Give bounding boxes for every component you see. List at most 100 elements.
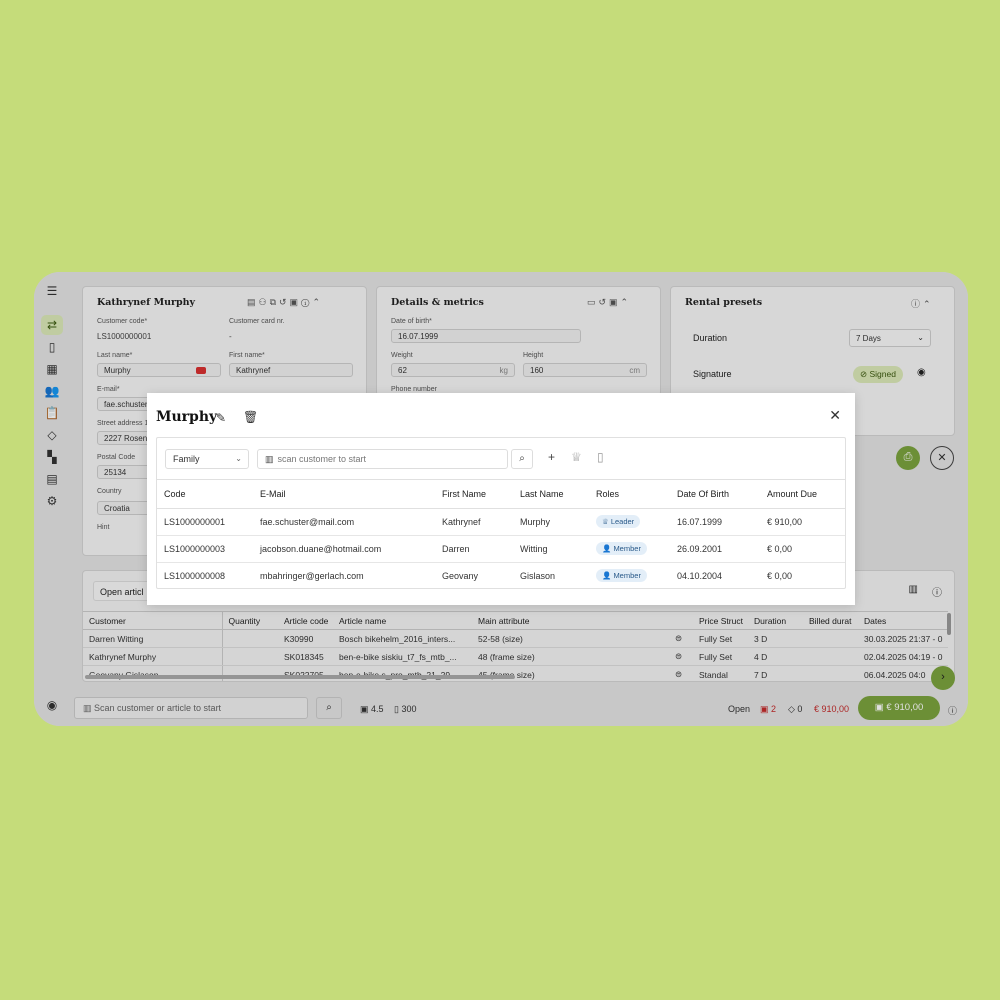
users-icon[interactable]: 👥	[44, 383, 60, 399]
search-button[interactable]: ⌕	[511, 449, 533, 469]
rental-card-actions[interactable]: ⓘ⌃	[911, 297, 934, 310]
col-duration[interactable]: Duration	[748, 611, 803, 630]
group-select[interactable]: Family ⌄	[165, 449, 249, 469]
chevron-down-icon: ⌄	[917, 333, 924, 342]
dob-label: Date of birth*	[391, 318, 432, 325]
cell-code: LS1000000001	[157, 508, 253, 536]
col-first-name[interactable]: First Name	[435, 480, 513, 509]
print-button[interactable]: ⎙	[896, 446, 920, 470]
modal-search-input[interactable]: ▥ scan customer to start	[257, 449, 508, 469]
members-header-row: Code E-Mail First Name Last Name Roles D…	[157, 480, 845, 509]
duration-label: Duration	[693, 333, 728, 343]
first-name-field[interactable]: Kathrynef	[229, 363, 353, 377]
book-icon[interactable]: ▯	[44, 339, 60, 355]
height-field[interactable]: 160 cm	[523, 363, 647, 377]
col-customer[interactable]: Customer	[83, 611, 223, 630]
cell-quantity	[222, 629, 278, 648]
col-dob[interactable]: Date Of Birth	[670, 480, 760, 509]
table-row[interactable]: Darren Witting K30990 Bosch bikehelm_201…	[83, 629, 948, 648]
articles-table: Customer Quantity Article code Article n…	[83, 611, 948, 681]
eye-icon[interactable]: ◉	[917, 367, 926, 378]
col-article-name[interactable]: Article name	[333, 611, 472, 630]
settings-icon[interactable]: ⚙	[44, 493, 60, 509]
weight-field[interactable]: 62 kg	[391, 363, 515, 377]
clipboard-icon[interactable]: 📋	[44, 405, 60, 421]
cell-last-name: Murphy	[513, 508, 589, 536]
cell-customer: Kathrynef Murphy	[83, 647, 223, 666]
col-code[interactable]: Code	[157, 480, 253, 509]
edit-icon[interactable]: ✎	[216, 411, 226, 425]
horizontal-scrollbar[interactable]	[85, 675, 515, 679]
dob-field[interactable]: 16.07.1999	[391, 329, 581, 343]
col-price-struct[interactable]: Price Struct	[693, 611, 748, 630]
trash-icon[interactable]: 🗑	[243, 410, 258, 424]
role-text: Member	[613, 544, 641, 553]
col-amount-due[interactable]: Amount Due	[760, 480, 845, 509]
vertical-scrollbar[interactable]	[947, 613, 951, 635]
calendar-icon[interactable]: ▦	[44, 361, 60, 377]
role-badge: 👤 Member	[596, 542, 647, 555]
footer-search-input[interactable]: ▥ Scan customer or article to start	[74, 697, 308, 719]
cell-article-name: ben-e-bike siskiu_t7_fs_mtb_...	[333, 647, 472, 666]
info-icon[interactable]: ⓘ	[932, 584, 942, 599]
footer-search-button[interactable]: ⌕	[316, 697, 342, 719]
cell-article-name: ben-e-bike s_pro_mtb_21_29	[333, 665, 472, 681]
table-row[interactable]: Kathrynef Murphy SK018345 ben-e-bike sis…	[83, 647, 948, 666]
customer-card-actions[interactable]: ▤⚇⧉↺▣ⓘ⌃	[247, 297, 323, 308]
col-quantity[interactable]: Quantity	[222, 611, 278, 630]
signature-label: Signature	[693, 369, 732, 379]
cell-email: mbahringer@gerlach.com	[260, 570, 364, 581]
cell-email: jacobson.duane@hotmail.com	[253, 535, 435, 563]
table-row[interactable]: LS1000000001 fae.schuster@mail.com Kathr…	[157, 508, 845, 536]
cell-price-struct: Fully Set	[693, 647, 748, 666]
columns-icon[interactable]: ▥	[909, 584, 918, 595]
col-status[interactable]	[611, 611, 693, 630]
table-row[interactable]: LS1000000008 mbahringer@gerlach.com Geov…	[157, 562, 845, 589]
table-row[interactable]: LS1000000003 jacobson.duane@hotmail.com …	[157, 535, 845, 563]
role-badge: 👤 Member	[596, 569, 647, 583]
cell-dates: 30.03.2025 21:37 - 0	[858, 629, 948, 648]
duration-select[interactable]: 7 Days ⌄	[849, 329, 931, 347]
table-row[interactable]: Geovany Gislason SK022705 ben-e-bike s_p…	[83, 665, 948, 681]
tag-icon[interactable]: ◇	[44, 427, 60, 443]
expand-panel-button[interactable]: ›	[931, 666, 955, 690]
footer-box-count: ▣ 2	[760, 704, 777, 714]
col-main-attribute[interactable]: Main attribute	[472, 611, 611, 630]
col-article-code[interactable]: Article code	[278, 611, 333, 630]
col-billed-duration[interactable]: Billed durat	[803, 611, 858, 630]
sidebar-item-rentals[interactable]: ⇄	[41, 315, 63, 335]
col-roles[interactable]: Roles	[589, 480, 670, 509]
weight-value: 62	[398, 366, 407, 375]
footer-info-icon[interactable]: ⓘ	[948, 704, 957, 717]
account-icon[interactable]: ◉	[44, 697, 60, 713]
col-email[interactable]: E-Mail	[253, 480, 435, 509]
menu-icon[interactable]: ☰	[44, 283, 60, 299]
more-icon[interactable]	[196, 367, 206, 374]
cell-email: fae.schuster@mail.com	[253, 508, 435, 536]
details-card-actions[interactable]: ▭↺▣⌃	[587, 297, 631, 308]
close-icon[interactable]: ✕	[829, 407, 841, 424]
cell-article-name: Bosch bikehelm_2016_inters...	[333, 629, 472, 648]
height-label: Height	[523, 352, 544, 359]
email-label: E-mail*	[97, 386, 120, 393]
cell-last-name: Gislason	[520, 570, 556, 581]
delete-icon[interactable]: ▯	[597, 450, 604, 464]
col-dates[interactable]: Dates	[858, 611, 948, 630]
hint-label: Hint	[97, 524, 110, 531]
chart-icon[interactable]: ▤	[44, 471, 60, 487]
status-red-icon: ⊜	[611, 629, 693, 648]
customer-code-label: Customer code*	[97, 318, 148, 325]
customer-code-value: LS1000000001	[97, 332, 152, 341]
details-card-title: Details & metrics	[391, 297, 484, 308]
add-icon[interactable]: +	[548, 450, 555, 464]
crown-icon[interactable]: ♕	[571, 450, 582, 464]
cell-code: LS1000000008	[164, 570, 226, 581]
close-circle-button[interactable]: ✕	[930, 446, 954, 470]
cell-billed	[803, 665, 858, 681]
cell-price-struct: Fully Set	[693, 629, 748, 648]
last-name-field[interactable]: Murphy	[97, 363, 221, 377]
dashboard-icon[interactable]: ▚	[44, 449, 60, 465]
checkout-button[interactable]: ▣ € 910,00	[858, 696, 940, 720]
footer-bar: ▥ Scan customer or article to start ⌕ ▣ …	[70, 694, 968, 726]
col-last-name[interactable]: Last Name	[513, 480, 589, 509]
